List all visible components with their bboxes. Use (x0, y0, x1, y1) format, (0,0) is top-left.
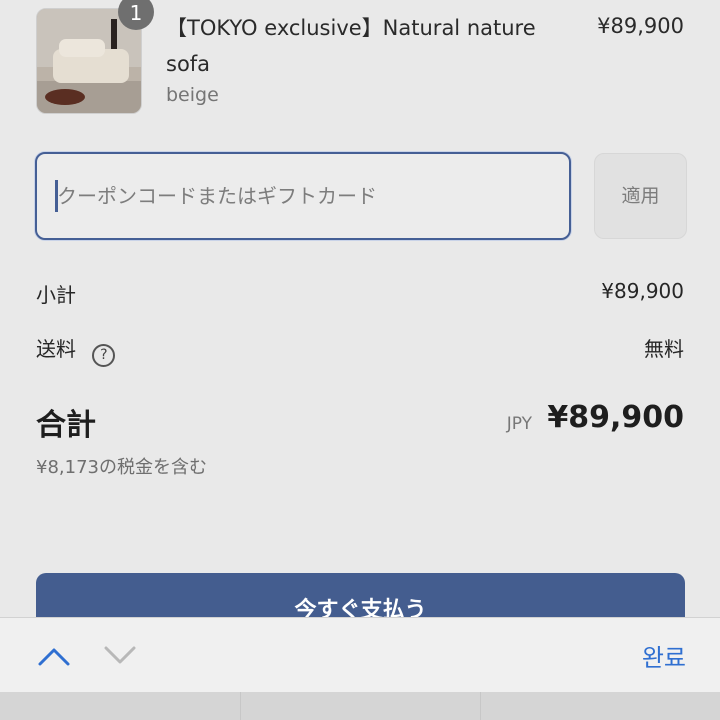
keyboard-toolbar: 완료 (0, 617, 720, 693)
product-title: 【TOKYO exclusive】Natural nature sofa (166, 16, 536, 76)
coupon-field[interactable] (35, 152, 571, 240)
chevron-up-icon[interactable] (36, 640, 72, 670)
keyboard-divider (480, 692, 481, 720)
shipping-label: 送料 (36, 337, 76, 361)
total-value: ¥89,900 (547, 400, 684, 435)
apply-button[interactable]: 適用 (594, 153, 687, 239)
quantity-badge: 1 (118, 0, 154, 30)
subtotal-label: 小計 (36, 283, 76, 307)
keyboard-divider (240, 692, 241, 720)
shipping-value: 無料 (644, 337, 684, 361)
shipping-row: 送料 ? (36, 333, 116, 367)
help-icon[interactable]: ? (92, 344, 116, 367)
product-price: ¥89,900 (597, 14, 684, 38)
done-button[interactable]: 완료 (642, 638, 686, 673)
currency-code: JPY (506, 414, 532, 434)
text-caret (55, 180, 58, 212)
total-label: 合計 (36, 408, 96, 443)
chevron-down-icon[interactable] (102, 640, 138, 670)
coupon-input[interactable] (37, 154, 569, 238)
product-variant: beige (166, 84, 219, 106)
keyboard-area (0, 692, 720, 720)
subtotal-value: ¥89,900 (601, 279, 684, 303)
tax-note: ¥8,173の税金を含む (36, 457, 207, 478)
